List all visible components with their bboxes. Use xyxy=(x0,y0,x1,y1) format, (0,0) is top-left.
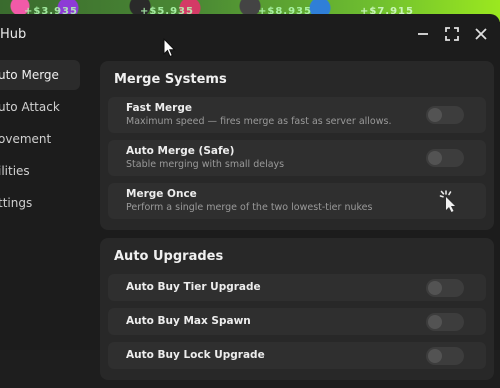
sidebar-item-label: uto Merge xyxy=(0,68,59,82)
titlebar[interactable]: Hub xyxy=(0,14,500,56)
close-icon xyxy=(475,28,487,40)
auto-buy-max-spawn-row: Auto Buy Max Spawn xyxy=(108,308,486,335)
sidebar-item-label: uto Attack xyxy=(0,100,60,114)
maximize-icon xyxy=(445,27,459,41)
option-label: Auto Buy Tier Upgrade xyxy=(126,281,261,293)
auto-merge-safe-row: Auto Merge (Safe) Stable merging with sm… xyxy=(108,140,486,176)
toggle-knob xyxy=(428,108,442,122)
toggle-knob xyxy=(428,315,442,329)
option-description: Stable merging with small delays xyxy=(126,159,285,170)
click-icon[interactable] xyxy=(438,189,462,213)
fast-merge-toggle[interactable] xyxy=(426,106,464,124)
auto-upgrades-section: Auto Upgrades Auto Buy Tier Upgrade Auto… xyxy=(100,238,494,380)
merge-once-row[interactable]: Merge Once Perform a single merge of the… xyxy=(108,183,486,219)
section-title: Merge Systems xyxy=(114,72,227,87)
sidebar-item-auto-merge[interactable]: uto Merge xyxy=(0,60,80,90)
main-content: Merge Systems Fast Merge Maximum speed —… xyxy=(100,61,494,388)
section-title: Auto Upgrades xyxy=(114,249,224,264)
sidebar-item-label: ttings xyxy=(0,196,33,210)
maximize-button[interactable] xyxy=(441,23,463,45)
sidebar-item-label: ovement xyxy=(0,132,52,146)
option-label: Merge Once xyxy=(126,188,197,200)
sidebar-item-auto-attack[interactable]: uto Attack xyxy=(0,92,92,122)
sidebar-item-utilities[interactable]: ilities xyxy=(0,156,92,186)
window-title: Hub xyxy=(0,27,27,42)
fast-merge-row: Fast Merge Maximum speed — fires merge a… xyxy=(108,97,486,133)
option-description: Maximum speed — fires merge as fast as s… xyxy=(126,116,392,127)
sidebar-item-settings[interactable]: ttings xyxy=(0,188,92,218)
option-label: Auto Buy Lock Upgrade xyxy=(126,349,265,361)
auto-buy-tier-upgrade-toggle[interactable] xyxy=(426,279,464,297)
sidebar-item-movement[interactable]: ovement xyxy=(0,124,92,154)
option-label: Auto Merge (Safe) xyxy=(126,145,235,157)
toggle-knob xyxy=(428,281,442,295)
sidebar: uto Merge uto Attack ovement ilities tti… xyxy=(0,60,92,220)
minimize-button[interactable] xyxy=(412,23,434,45)
auto-buy-tier-upgrade-row: Auto Buy Tier Upgrade xyxy=(108,274,486,301)
hub-window: Hub uto Merge uto Attack ovement ilities xyxy=(0,14,500,380)
minimize-icon xyxy=(418,33,428,35)
merge-systems-section: Merge Systems Fast Merge Maximum speed —… xyxy=(100,61,494,230)
mouse-cursor-icon xyxy=(163,38,176,58)
auto-merge-safe-toggle[interactable] xyxy=(426,149,464,167)
sidebar-item-label: ilities xyxy=(0,164,30,178)
auto-buy-max-spawn-toggle[interactable] xyxy=(426,313,464,331)
option-label: Auto Buy Max Spawn xyxy=(126,315,251,327)
close-button[interactable] xyxy=(470,23,492,45)
option-label: Fast Merge xyxy=(126,102,192,114)
auto-buy-lock-upgrade-row: Auto Buy Lock Upgrade xyxy=(108,342,486,369)
option-description: Perform a single merge of the two lowest… xyxy=(126,202,373,213)
toggle-knob xyxy=(428,349,442,363)
toggle-knob xyxy=(428,151,442,165)
